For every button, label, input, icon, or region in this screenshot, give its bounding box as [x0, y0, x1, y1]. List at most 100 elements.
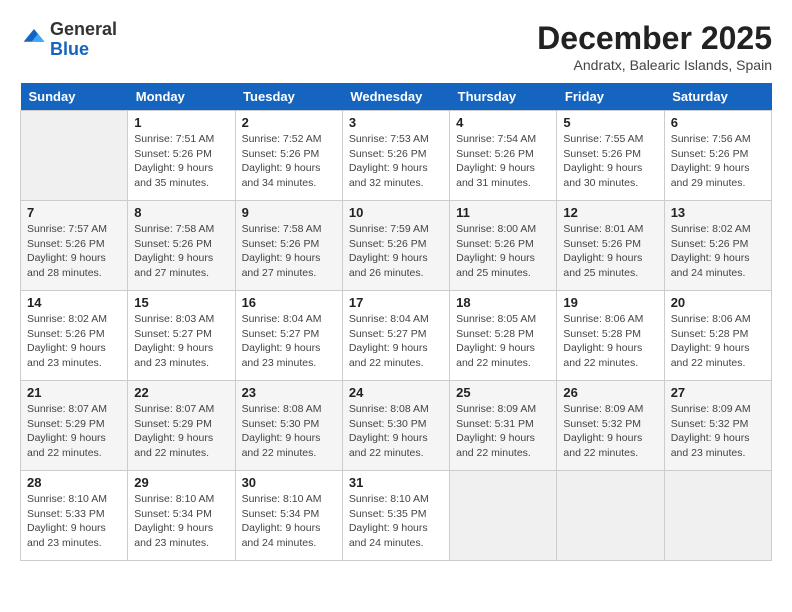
calendar-cell: [557, 471, 664, 561]
cell-info: Sunrise: 8:10 AMSunset: 5:33 PMDaylight:…: [27, 492, 121, 551]
weekday-header-row: SundayMondayTuesdayWednesdayThursdayFrid…: [21, 83, 772, 111]
cell-info: Sunrise: 7:52 AMSunset: 5:26 PMDaylight:…: [242, 132, 336, 191]
calendar-cell: 19Sunrise: 8:06 AMSunset: 5:28 PMDayligh…: [557, 291, 664, 381]
day-number: 17: [349, 295, 443, 310]
calendar-cell: 16 Sunrise: 8:04 AMSunset: 5:27 PMDayligh…: [235, 291, 342, 381]
calendar-cell: 18 Sunrise: 8:05 AMSunset: 5:28 PMDayligh…: [450, 291, 557, 381]
cell-info: Sunrise: 7:51 AMSunset: 5:26 PMDaylight:…: [134, 132, 228, 191]
cell-info: Sunrise: 8:07 AMSunset: 5:29 PMDaylight:…: [134, 402, 228, 461]
cell-info: Sunrise: 7:59 AMSunset: 5:26 PMDaylight:…: [349, 222, 443, 281]
logo: General Blue: [20, 20, 117, 60]
calendar-cell: 20 Sunrise: 8:06 AMSunset: 5:28 PMDayligh…: [664, 291, 771, 381]
calendar-cell: 8Sunrise: 7:58 AMSunset: 5:26 PMDaylight…: [128, 201, 235, 291]
cell-info: Sunrise: 8:10 AMSunset: 5:35 PMDaylight:…: [349, 492, 443, 551]
calendar-week-3: 14 Sunrise: 8:02 AMSunset: 5:26 PMDayligh…: [21, 291, 772, 381]
calendar-cell: 28 Sunrise: 8:10 AMSunset: 5:33 PMDayligh…: [21, 471, 128, 561]
day-number: 29: [134, 475, 228, 490]
calendar-cell: 5 Sunrise: 7:55 AMSunset: 5:26 PMDaylight…: [557, 111, 664, 201]
calendar-cell: 4Sunrise: 7:54 AMSunset: 5:26 PMDaylight…: [450, 111, 557, 201]
cell-info: Sunrise: 7:58 AMSunset: 5:26 PMDaylight:…: [242, 222, 336, 281]
cell-info: Sunrise: 7:57 AMSunset: 5:26 PMDaylight:…: [27, 222, 121, 281]
cell-info: Sunrise: 8:04 AMSunset: 5:27 PMDaylight:…: [349, 312, 443, 371]
day-number: 12: [563, 205, 657, 220]
weekday-header-sunday: Sunday: [21, 83, 128, 111]
logo-general-text: General: [50, 19, 117, 39]
cell-info: Sunrise: 8:00 AMSunset: 5:26 PMDaylight:…: [456, 222, 550, 281]
day-number: 11: [456, 205, 550, 220]
day-number: 15: [134, 295, 228, 310]
logo-blue-text: Blue: [50, 39, 89, 59]
calendar-cell: 12 Sunrise: 8:01 AMSunset: 5:26 PMDayligh…: [557, 201, 664, 291]
calendar-cell: 11 Sunrise: 8:00 AMSunset: 5:26 PMDayligh…: [450, 201, 557, 291]
cell-info: Sunrise: 8:07 AMSunset: 5:29 PMDaylight:…: [27, 402, 121, 461]
calendar-cell: 9Sunrise: 7:58 AMSunset: 5:26 PMDaylight…: [235, 201, 342, 291]
cell-info: Sunrise: 8:02 AMSunset: 5:26 PMDaylight:…: [27, 312, 121, 371]
day-number: 6: [671, 115, 765, 130]
day-number: 3: [349, 115, 443, 130]
day-number: 7: [27, 205, 121, 220]
cell-info: Sunrise: 8:05 AMSunset: 5:28 PMDaylight:…: [456, 312, 550, 371]
calendar-cell: 26 Sunrise: 8:09 AMSunset: 5:32 PMDayligh…: [557, 381, 664, 471]
calendar-cell: 27 Sunrise: 8:09 AMSunset: 5:32 PMDayligh…: [664, 381, 771, 471]
calendar-table: SundayMondayTuesdayWednesdayThursdayFrid…: [20, 83, 772, 561]
weekday-header-monday: Monday: [128, 83, 235, 111]
cell-info: Sunrise: 7:55 AMSunset: 5:26 PMDaylight:…: [563, 132, 657, 191]
cell-info: Sunrise: 8:09 AMSunset: 5:32 PMDaylight:…: [563, 402, 657, 461]
day-number: 31: [349, 475, 443, 490]
day-number: 2: [242, 115, 336, 130]
calendar-cell: 21 Sunrise: 8:07 AMSunset: 5:29 PMDayligh…: [21, 381, 128, 471]
logo-icon: [22, 27, 46, 47]
cell-info: Sunrise: 8:08 AMSunset: 5:30 PMDaylight:…: [349, 402, 443, 461]
day-number: 5: [563, 115, 657, 130]
day-number: 25: [456, 385, 550, 400]
cell-info: Sunrise: 7:53 AMSunset: 5:26 PMDaylight:…: [349, 132, 443, 191]
day-number: 1: [134, 115, 228, 130]
cell-info: Sunrise: 8:06 AMSunset: 5:28 PMDaylight:…: [671, 312, 765, 371]
cell-info: Sunrise: 8:10 AMSunset: 5:34 PMDaylight:…: [242, 492, 336, 551]
calendar-cell: 30 Sunrise: 8:10 AMSunset: 5:34 PMDayligh…: [235, 471, 342, 561]
cell-info: Sunrise: 8:09 AMSunset: 5:31 PMDaylight:…: [456, 402, 550, 461]
day-number: 16: [242, 295, 336, 310]
calendar-cell: 13Sunrise: 8:02 AMSunset: 5:26 PMDayligh…: [664, 201, 771, 291]
calendar-cell: 15Sunrise: 8:03 AMSunset: 5:27 PMDayligh…: [128, 291, 235, 381]
day-number: 28: [27, 475, 121, 490]
cell-info: Sunrise: 8:01 AMSunset: 5:26 PMDaylight:…: [563, 222, 657, 281]
day-number: 27: [671, 385, 765, 400]
day-number: 26: [563, 385, 657, 400]
weekday-header-friday: Friday: [557, 83, 664, 111]
weekday-header-tuesday: Tuesday: [235, 83, 342, 111]
cell-info: Sunrise: 8:04 AMSunset: 5:27 PMDaylight:…: [242, 312, 336, 371]
day-number: 23: [242, 385, 336, 400]
calendar-cell: 25 Sunrise: 8:09 AMSunset: 5:31 PMDayligh…: [450, 381, 557, 471]
day-number: 19: [563, 295, 657, 310]
calendar-cell: 31 Sunrise: 8:10 AMSunset: 5:35 PMDayligh…: [342, 471, 449, 561]
calendar-week-4: 21 Sunrise: 8:07 AMSunset: 5:29 PMDayligh…: [21, 381, 772, 471]
calendar-cell: 22Sunrise: 8:07 AMSunset: 5:29 PMDayligh…: [128, 381, 235, 471]
day-number: 14: [27, 295, 121, 310]
weekday-header-thursday: Thursday: [450, 83, 557, 111]
location-text: Andratx, Balearic Islands, Spain: [537, 57, 772, 73]
cell-info: Sunrise: 7:54 AMSunset: 5:26 PMDaylight:…: [456, 132, 550, 191]
calendar-cell: 29 Sunrise: 8:10 AMSunset: 5:34 PMDayligh…: [128, 471, 235, 561]
cell-info: Sunrise: 8:10 AMSunset: 5:34 PMDaylight:…: [134, 492, 228, 551]
calendar-cell: 17 Sunrise: 8:04 AMSunset: 5:27 PMDayligh…: [342, 291, 449, 381]
page-header: General Blue December 2025 Andratx, Bale…: [20, 20, 772, 73]
day-number: 21: [27, 385, 121, 400]
calendar-week-1: 1 Sunrise: 7:51 AMSunset: 5:26 PMDaylight…: [21, 111, 772, 201]
calendar-cell: 10Sunrise: 7:59 AMSunset: 5:26 PMDayligh…: [342, 201, 449, 291]
calendar-cell: 14 Sunrise: 8:02 AMSunset: 5:26 PMDayligh…: [21, 291, 128, 381]
cell-info: Sunrise: 8:09 AMSunset: 5:32 PMDaylight:…: [671, 402, 765, 461]
calendar-cell: 7 Sunrise: 7:57 AMSunset: 5:26 PMDaylight…: [21, 201, 128, 291]
day-number: 13: [671, 205, 765, 220]
cell-info: Sunrise: 8:08 AMSunset: 5:30 PMDaylight:…: [242, 402, 336, 461]
calendar-cell: [664, 471, 771, 561]
day-number: 20: [671, 295, 765, 310]
calendar-cell: [450, 471, 557, 561]
day-number: 30: [242, 475, 336, 490]
weekday-header-saturday: Saturday: [664, 83, 771, 111]
calendar-cell: 6 Sunrise: 7:56 AMSunset: 5:26 PMDaylight…: [664, 111, 771, 201]
cell-info: Sunrise: 7:56 AMSunset: 5:26 PMDaylight:…: [671, 132, 765, 191]
day-number: 24: [349, 385, 443, 400]
weekday-header-wednesday: Wednesday: [342, 83, 449, 111]
day-number: 18: [456, 295, 550, 310]
